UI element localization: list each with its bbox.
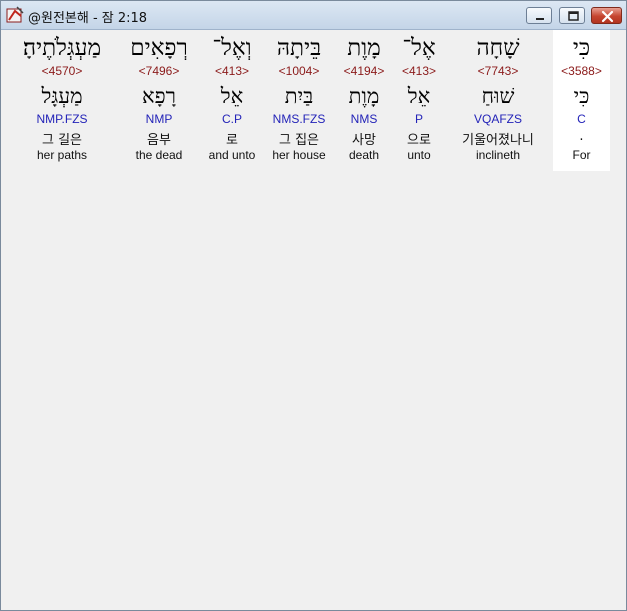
lemma-word: מָוֶת bbox=[348, 84, 380, 108]
parsing-code: C.P bbox=[221, 112, 242, 126]
restore-button[interactable] bbox=[559, 7, 585, 24]
english-gloss: unto bbox=[407, 148, 431, 162]
word-column[interactable]: מַעְגְּלֹתֶיהָ׃ <4570> מַעְגָּל NMP.FZS … bbox=[14, 30, 110, 171]
parsing-code: C bbox=[577, 112, 586, 126]
lemma-word: אֵל bbox=[407, 84, 431, 108]
parsing-code: VQAFZS bbox=[473, 112, 522, 126]
strong-number[interactable]: <3588> bbox=[553, 64, 610, 80]
strong-number[interactable]: <7743> bbox=[448, 64, 548, 80]
korean-gloss: 그 집은 bbox=[278, 133, 319, 148]
strong-number[interactable]: <4194> bbox=[338, 64, 390, 80]
korean-gloss: 로 bbox=[226, 133, 238, 148]
word-column[interactable]: שָׁחָה <7743> שׁוּחַ VQAFZS 기울어졌나니 incli… bbox=[448, 30, 548, 171]
english-gloss: For bbox=[572, 148, 591, 162]
title-bar[interactable]: @원전본해 - 잠 2:18 bbox=[1, 1, 626, 30]
word-column-selected[interactable]: כִּי <3588> כִּי C . For bbox=[553, 30, 610, 171]
interlinear-view: מַעְגְּלֹתֶיהָ׃ <4570> מַעְגָּל NMP.FZS … bbox=[2, 30, 625, 608]
lemma-word: אֵל bbox=[220, 84, 244, 108]
hebrew-word: כִּי bbox=[572, 35, 591, 61]
korean-gloss: 그 길은 bbox=[41, 133, 82, 148]
strong-number[interactable]: <7496> bbox=[120, 64, 198, 80]
parsing-code: P bbox=[414, 112, 423, 126]
word-column[interactable]: אֶל־ <413> אֵל P 으로 unto bbox=[396, 30, 442, 171]
minimize-icon bbox=[536, 18, 544, 20]
word-column[interactable]: בֵּיתָהּ <1004> בַּיִת NMS.FZS 그 집은 her … bbox=[266, 30, 332, 171]
hebrew-word: מָוֶת bbox=[347, 35, 381, 61]
strong-number[interactable]: <413> bbox=[203, 64, 261, 80]
word-column[interactable]: רְפָאִים <7496> רָפָא NMP 음부 the dead bbox=[120, 30, 198, 171]
minimize-button[interactable] bbox=[526, 7, 552, 24]
english-gloss: death bbox=[348, 148, 380, 162]
korean-gloss: 기울어졌나니 bbox=[462, 133, 534, 148]
hebrew-word: שָׁחָה bbox=[476, 35, 520, 61]
close-button[interactable] bbox=[591, 7, 622, 24]
strong-number[interactable]: <413> bbox=[396, 64, 442, 80]
close-icon bbox=[601, 10, 614, 23]
hebrew-word: מַעְגְּלֹתֶיהָ׃ bbox=[22, 35, 102, 61]
strong-number[interactable]: <1004> bbox=[266, 64, 332, 80]
word-column[interactable]: מָוֶת <4194> מָוֶת NMS 사망 death bbox=[338, 30, 390, 171]
hebrew-word: בֵּיתָהּ bbox=[276, 35, 322, 61]
restore-icon bbox=[568, 11, 579, 21]
hebrew-word: וְאֶל־ bbox=[212, 35, 252, 61]
strong-number[interactable]: <4570> bbox=[14, 64, 110, 80]
parsing-code: NMS bbox=[350, 112, 378, 126]
korean-gloss: 음부 bbox=[147, 133, 171, 148]
app-icon[interactable] bbox=[6, 6, 24, 24]
word-column[interactable]: וְאֶל־ <413> אֵל C.P 로 and unto bbox=[203, 30, 261, 171]
parsing-code: NMS.FZS bbox=[272, 112, 326, 126]
lemma-word: מַעְגָּל bbox=[41, 84, 83, 108]
lemma-word: רָפָא bbox=[142, 84, 176, 108]
window-title: @원전본해 - 잠 2:18 bbox=[28, 11, 148, 26]
korean-gloss: 으로 bbox=[407, 133, 431, 148]
lemma-word: כִּי bbox=[573, 84, 590, 108]
english-gloss: inclineth bbox=[475, 148, 521, 162]
korean-gloss: . bbox=[579, 129, 584, 144]
korean-gloss: 사망 bbox=[352, 133, 376, 148]
english-gloss: her paths bbox=[36, 148, 88, 162]
hebrew-word: רְפָאִים bbox=[130, 35, 188, 61]
lemma-word: שׁוּחַ bbox=[481, 84, 515, 108]
app-window: @원전본해 - 잠 2:18 מַעְגְּלֹתֶיהָ׃ <4570> מַ… bbox=[0, 0, 627, 611]
english-gloss: and unto bbox=[208, 148, 256, 162]
parsing-code: NMP bbox=[145, 112, 173, 126]
english-gloss: her house bbox=[272, 148, 326, 162]
hebrew-word: אֶל־ bbox=[402, 35, 436, 61]
english-gloss: the dead bbox=[135, 148, 183, 162]
lemma-word: בַּיִת bbox=[284, 84, 314, 108]
parsing-code: NMP.FZS bbox=[36, 112, 88, 126]
